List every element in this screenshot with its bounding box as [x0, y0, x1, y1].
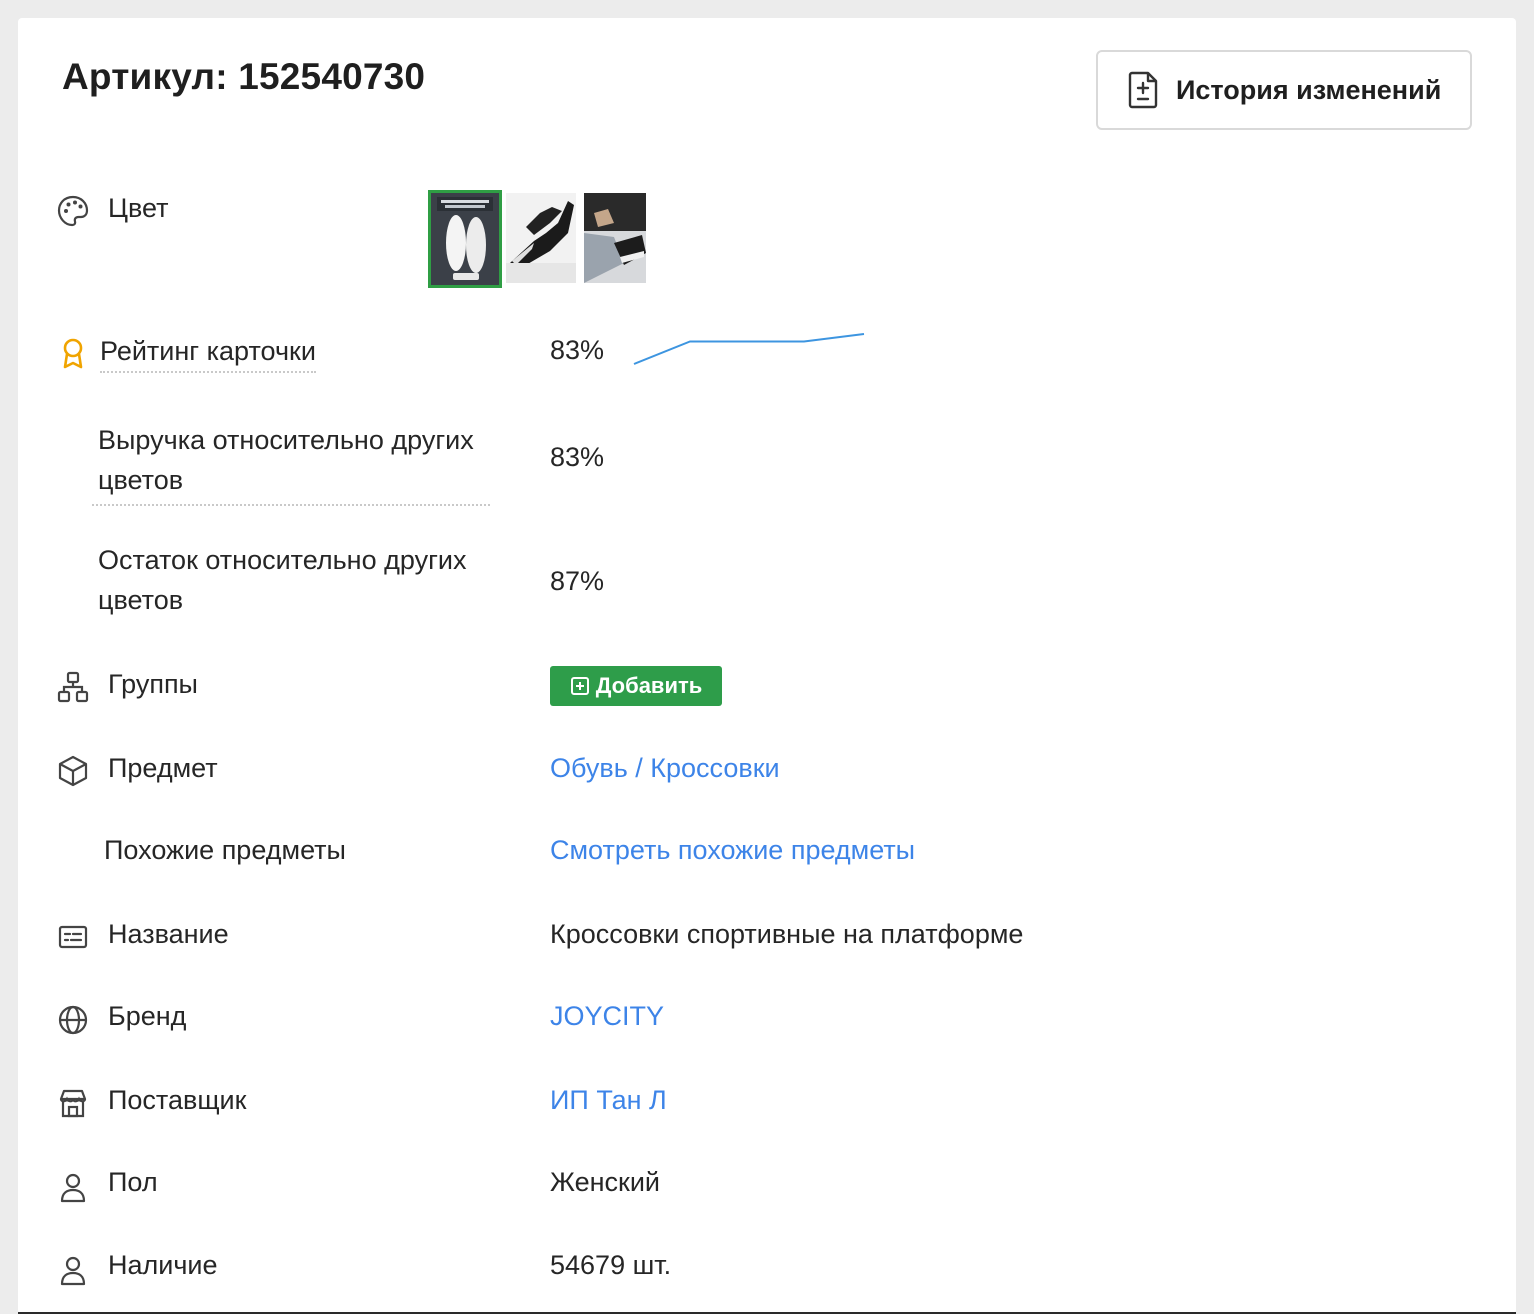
stock-relative-label: Остаток относительно других цветов: [98, 545, 467, 615]
add-group-button[interactable]: Добавить: [550, 666, 722, 706]
subject-link[interactable]: Обувь / Кроссовки: [550, 753, 780, 784]
rating-label[interactable]: Рейтинг карточки: [100, 336, 316, 373]
brand-label: Бренд: [108, 1001, 187, 1031]
stock-relative-value: 87%: [550, 566, 605, 596]
thumb-black-sneakers-feet[interactable]: [506, 193, 576, 283]
plus-square-icon: [570, 677, 589, 695]
add-group-label: Добавить: [595, 673, 703, 698]
award-icon: [63, 338, 83, 369]
user-icon: [60, 1173, 86, 1203]
gender-value: Женский: [550, 1167, 661, 1197]
name-label: Название: [108, 919, 229, 949]
history-button-label: История изменений: [1176, 74, 1442, 105]
name-value: Кроссовки спортивные на платформе: [550, 919, 1024, 949]
similar-link[interactable]: Смотреть похожие предметы: [550, 835, 915, 866]
thumb-product-box[interactable]: [428, 190, 502, 288]
store-icon: [59, 1089, 87, 1118]
box-icon: [58, 755, 88, 787]
availability-label: Наличие: [108, 1250, 218, 1280]
supplier-link[interactable]: ИП Тан Л: [550, 1085, 667, 1116]
revenue-relative-value: 83%: [550, 442, 605, 472]
rating-sparkline: [633, 333, 865, 365]
brand-link[interactable]: JOYCITY: [550, 1001, 664, 1032]
subject-label: Предмет: [108, 753, 218, 783]
hierarchy-icon: [57, 671, 89, 703]
thumb-sneakers-lacing[interactable]: [584, 193, 646, 283]
page-title: Артикул: 152540730: [62, 56, 426, 97]
user-icon: [60, 1256, 86, 1286]
history-button[interactable]: История изменений: [1096, 50, 1472, 130]
color-label: Цвет: [108, 193, 169, 223]
globe-icon: [58, 1005, 88, 1035]
rating-value: 83%: [550, 335, 605, 365]
supplier-label: Поставщик: [108, 1085, 247, 1115]
rating-trend-line: [633, 333, 865, 365]
gender-label: Пол: [108, 1167, 158, 1197]
id-card-icon: [58, 925, 88, 949]
file-plus-minus-icon: [1128, 71, 1158, 109]
similar-label: Похожие предметы: [104, 835, 346, 865]
palette-icon: [57, 195, 89, 227]
revenue-relative-label[interactable]: Выручка относительно других цветов: [92, 420, 490, 506]
groups-label: Группы: [108, 669, 198, 699]
availability-value: 54679 шт.: [550, 1250, 672, 1280]
product-card: Артикул: 152540730 История изменений Цве…: [18, 18, 1516, 1314]
